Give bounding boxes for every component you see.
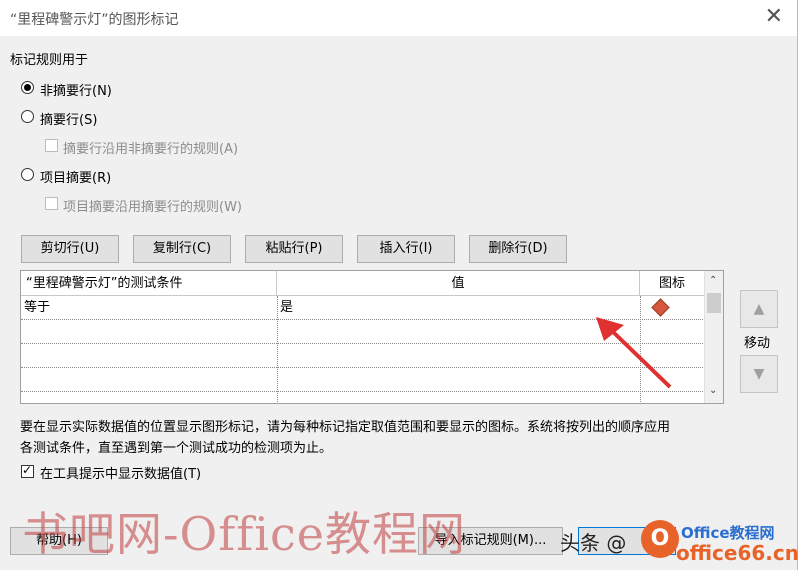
checkbox-project-uses-summary[interactable] (45, 197, 58, 210)
checkbox-show-in-tooltip[interactable] (21, 463, 34, 478)
radio-summary[interactable] (21, 110, 34, 123)
move-label: 移动 (744, 336, 771, 351)
checkbox-summary-uses-nonsummary[interactable] (45, 139, 58, 152)
grid-header-value: 值 (277, 271, 640, 296)
description-line-1: 要在显示实际数据值的位置显示图形标记，请为每种标记指定取值范围和要显示的图标。系… (20, 420, 671, 435)
office-logo-icon: O (641, 520, 679, 558)
radio-nonsummary[interactable] (21, 81, 34, 94)
column-separator (277, 296, 278, 403)
delete-row-button[interactable]: 删除行(D) (469, 235, 567, 263)
grid-header-condition: “里程碑警示灯”的测试条件 (21, 271, 277, 296)
radio-project-summary-label[interactable]: 项目摘要(R) (40, 167, 111, 186)
description-line-2: 各测试条件，直至遇到第一个测试成功的检测项为止。 (20, 441, 333, 456)
title-bar: “里程碑警示灯”的图形标记 ✕ (0, 0, 797, 36)
apply-rules-label: 标记规则用于 (10, 53, 89, 68)
checkbox-summary-uses-nonsummary-label: 摘要行沿用非摘要行的规则(A) (63, 142, 239, 157)
toutiao-watermark: 头条 @ (560, 531, 627, 555)
dialog-title: “里程碑警示灯”的图形标记 (10, 12, 179, 28)
condition-cell[interactable]: 等于 (21, 296, 277, 319)
copy-row-button[interactable]: 复制行(C) (133, 235, 231, 263)
value-cell[interactable]: 是 (277, 296, 640, 319)
radio-project-summary[interactable] (21, 168, 34, 181)
cut-row-button[interactable]: 剪切行(U) (21, 235, 119, 263)
close-icon[interactable]: ✕ (765, 6, 783, 28)
move-down-button[interactable]: ▼ (740, 355, 778, 393)
scroll-up-icon[interactable]: ⌃ (709, 275, 717, 286)
watermark-site-name: Office教程网 (681, 524, 775, 542)
grid-scrollbar[interactable]: ⌃ ⌄ (704, 271, 723, 403)
grid-header-icon: 图标 (640, 271, 705, 296)
paste-row-button[interactable]: 粘贴行(P) (245, 235, 343, 263)
move-up-button[interactable]: ▲ (740, 290, 778, 328)
watermark-text: 书吧网-Office教程网 (22, 507, 467, 561)
scroll-thumb[interactable] (707, 293, 721, 313)
checkbox-project-uses-summary-label: 项目摘要沿用摘要行的规则(W) (63, 200, 242, 215)
insert-row-button[interactable]: 插入行(I) (357, 235, 455, 263)
watermark-site-url: office66.cn (676, 541, 799, 565)
radio-nonsummary-label[interactable]: 非摘要行(N) (40, 80, 112, 99)
radio-summary-label[interactable]: 摘要行(S) (40, 109, 97, 128)
red-arrow-annotation (596, 317, 672, 389)
checkbox-show-in-tooltip-label[interactable]: 在工具提示中显示数据值(T) (40, 463, 201, 482)
scroll-down-icon[interactable]: ⌄ (709, 385, 717, 396)
graphical-indicators-dialog: “里程碑警示灯”的图形标记 ✕ 标记规则用于 非摘要行(N) 摘要行(S) 摘要… (0, 0, 799, 570)
